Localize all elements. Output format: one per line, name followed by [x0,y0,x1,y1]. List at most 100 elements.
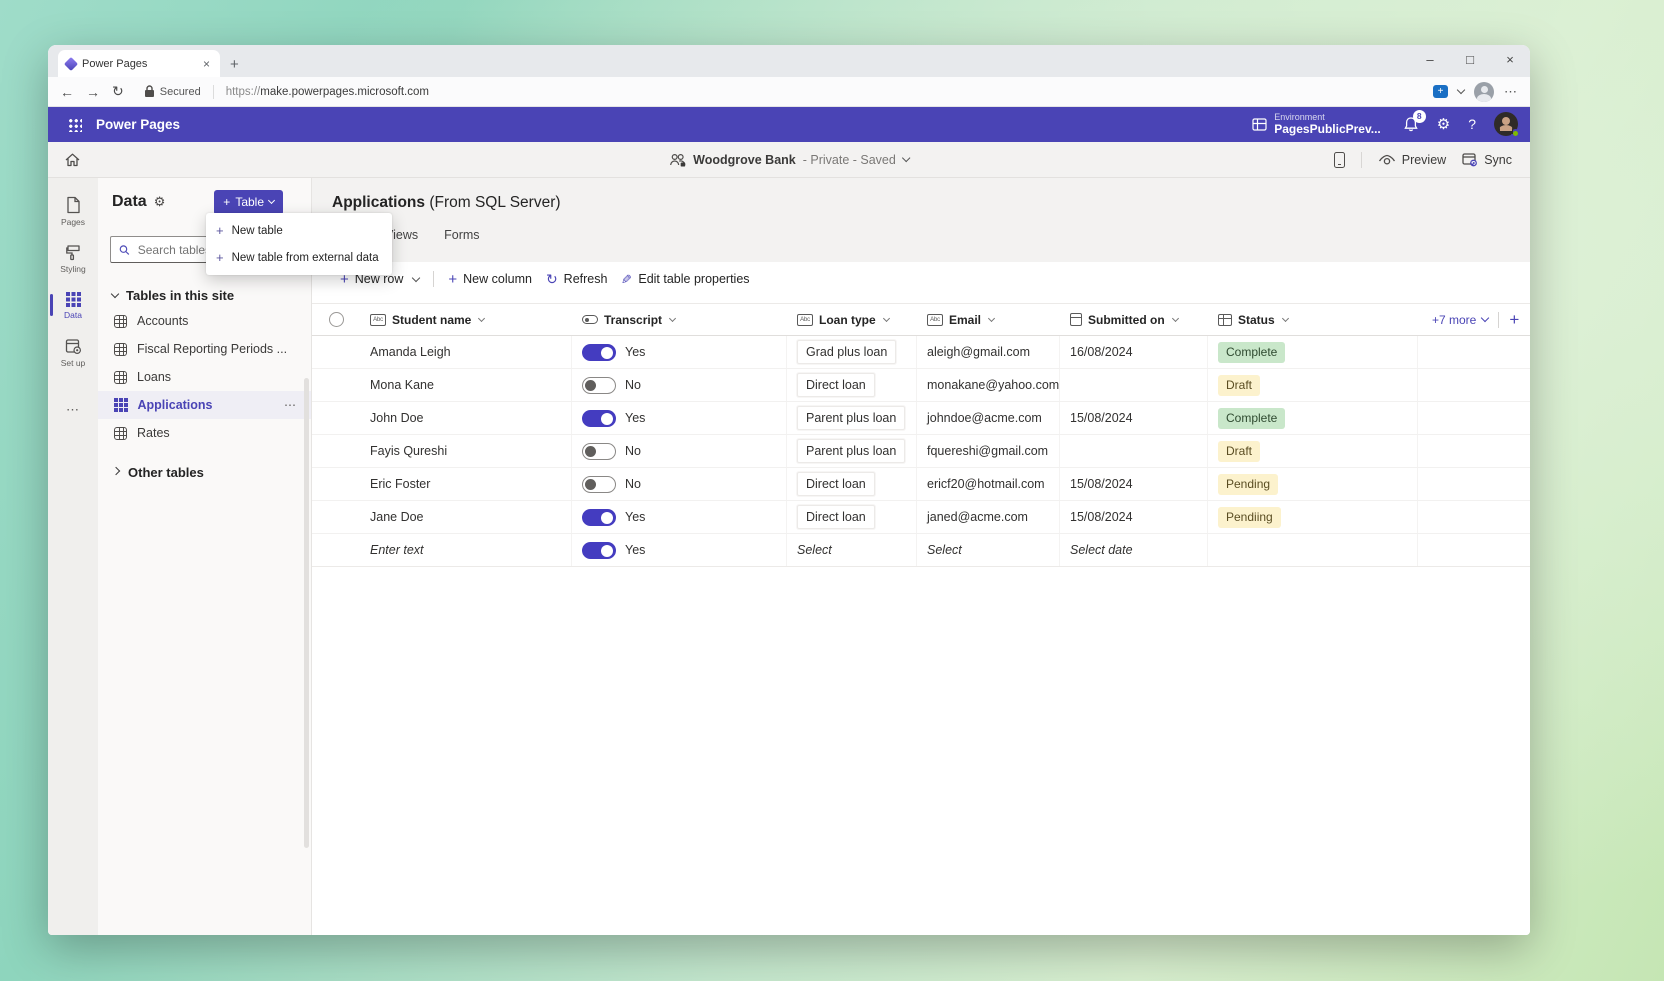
new-row-dropdown-icon[interactable] [412,273,420,281]
browser-profile-avatar[interactable] [1474,82,1494,102]
column-header-email[interactable]: Email [917,313,1060,327]
preview-button[interactable]: Preview [1378,153,1446,167]
loan-type-value[interactable]: Direct loan [797,373,875,397]
cell-status[interactable]: Pendiing [1208,501,1418,533]
environment-picker[interactable]: Environment PagesPublicPrev... [1252,112,1381,136]
transcript-toggle[interactable] [582,542,616,559]
loan-type-value[interactable]: Direct loan [797,472,875,496]
more-columns-button[interactable]: +7 more [1432,313,1488,327]
cell-transcript[interactable]: Yes [572,501,787,533]
back-icon[interactable]: ← [60,84,74,100]
chevron-down-icon[interactable] [1457,86,1465,94]
help-icon[interactable]: ? [1468,116,1476,132]
site-switcher[interactable]: Woodgrove Bank - Private - Saved [669,153,909,167]
select-all-checkbox[interactable] [329,312,344,327]
browser-tab[interactable]: Power Pages × [58,50,220,77]
table-row[interactable]: Mona Kane No Direct loan monakane@yahoo.… [312,369,1530,402]
column-header-submitted-on[interactable]: Submitted on [1060,313,1208,327]
cell-transcript[interactable]: Yes [572,402,787,434]
cell-email[interactable]: monakane@yahoo.com [917,369,1060,401]
sidebar-item-loans[interactable]: Loans [98,363,311,391]
other-tables-toggle[interactable]: Other tables [98,465,311,480]
menu-item-new-table[interactable]: + New table [206,217,392,244]
cell-submitted-on[interactable]: 15/08/2024 [1060,402,1208,434]
new-table-button[interactable]: + Table [214,190,283,215]
grid-entry-row[interactable]: Enter text Yes Select Select Select date [312,534,1530,567]
sidebar-item-accounts[interactable]: Accounts [98,307,311,335]
cell-transcript[interactable]: No [572,435,787,467]
entry-email-cell[interactable]: Select [917,534,1060,566]
new-column-button[interactable]: + New column [448,272,532,287]
transcript-toggle[interactable] [582,476,616,493]
table-row[interactable]: Jane Doe Yes Direct loan janed@acme.com … [312,501,1530,534]
refresh-button[interactable]: ↻ Refresh [546,272,608,286]
cell-loan-type[interactable]: Direct loan [787,369,917,401]
cell-loan-type[interactable]: Direct loan [787,501,917,533]
data-settings-gear-icon[interactable]: ⚙ [154,194,166,210]
cell-email[interactable]: ericf20@hotmail.com [917,468,1060,500]
loan-type-value[interactable]: Direct loan [797,505,875,529]
cell-submitted-on[interactable] [1060,369,1208,401]
cell-transcript[interactable]: No [572,369,787,401]
table-row[interactable]: Eric Foster No Direct loan ericf20@hotma… [312,468,1530,501]
cell-transcript[interactable]: Yes [572,336,787,368]
entry-date-cell[interactable]: Select date [1060,534,1208,566]
column-header-transcript[interactable]: Transcript [572,313,787,327]
cell-status[interactable]: Pending [1208,468,1418,500]
nav-item-set-up[interactable]: Set up [48,329,98,376]
cell-student-name[interactable]: Mona Kane [360,369,572,401]
cell-email[interactable]: johndoe@acme.com [917,402,1060,434]
close-tab-icon[interactable]: × [201,57,212,71]
sidebar-item-rates[interactable]: Rates [98,419,311,447]
menu-item-new-table-external[interactable]: + New table from external data [206,244,392,271]
loan-type-value[interactable]: Parent plus loan [797,439,905,463]
tab-forms[interactable]: Forms [444,228,479,242]
table-more-icon[interactable]: ⋯ [284,398,297,412]
sync-button[interactable]: Sync [1462,152,1512,167]
cell-status[interactable]: Complete [1208,402,1418,434]
cell-loan-type[interactable]: Direct loan [787,468,917,500]
transcript-toggle[interactable] [582,443,616,460]
cell-loan-type[interactable]: Parent plus loan [787,435,917,467]
nav-item-styling[interactable]: Styling [48,235,98,282]
forward-icon[interactable]: → [86,84,100,100]
nav-item-pages[interactable]: Pages [48,188,98,235]
device-preview-icon[interactable] [1334,152,1345,168]
cell-email[interactable]: fquereshi@gmail.com [917,435,1060,467]
settings-gear-icon[interactable]: ⚙ [1437,115,1450,133]
cell-loan-type[interactable]: Grad plus loan [787,336,917,368]
column-header-loan-type[interactable]: Loan type [787,313,917,327]
cell-student-name[interactable]: Eric Foster [360,468,572,500]
loan-type-value[interactable]: Grad plus loan [797,340,896,364]
url-field[interactable]: https://make.powerpages.microsoft.com [226,86,429,98]
home-button[interactable] [64,152,81,168]
transcript-toggle[interactable] [582,509,616,526]
add-column-icon[interactable]: + [1509,310,1519,330]
cell-submitted-on[interactable]: 16/08/2024 [1060,336,1208,368]
nav-more-icon[interactable]: ⋯ [66,402,80,418]
cell-submitted-on[interactable] [1060,435,1208,467]
column-header-status[interactable]: Status [1208,313,1418,327]
minimize-button[interactable]: – [1410,45,1450,73]
entry-text-cell[interactable]: Enter text [360,534,572,566]
sidebar-item-fiscal-reporting-periods[interactable]: Fiscal Reporting Periods ... [98,335,311,363]
cell-student-name[interactable]: Jane Doe [360,501,572,533]
user-avatar[interactable] [1494,112,1518,136]
loan-type-value[interactable]: Parent plus loan [797,406,905,430]
cell-transcript[interactable]: No [572,468,787,500]
waffle-icon[interactable] [68,118,82,132]
table-row[interactable]: Amanda Leigh Yes Grad plus loan aleigh@g… [312,336,1530,369]
refresh-icon[interactable]: ↻ [112,83,124,100]
cell-status[interactable]: Complete [1208,336,1418,368]
sidebar-scrollbar[interactable] [304,378,309,848]
cell-email[interactable]: janed@acme.com [917,501,1060,533]
cell-status[interactable]: Draft [1208,435,1418,467]
cell-loan-type[interactable]: Parent plus loan [787,402,917,434]
cell-student-name[interactable]: Amanda Leigh [360,336,572,368]
site-security-chip[interactable]: Secured [144,85,201,98]
close-button[interactable]: × [1490,45,1530,73]
entry-toggle-cell[interactable]: Yes [572,534,787,566]
maximize-button[interactable]: □ [1450,45,1490,73]
table-row[interactable]: Fayis Qureshi No Parent plus loan fquere… [312,435,1530,468]
cell-email[interactable]: aleigh@gmail.com [917,336,1060,368]
